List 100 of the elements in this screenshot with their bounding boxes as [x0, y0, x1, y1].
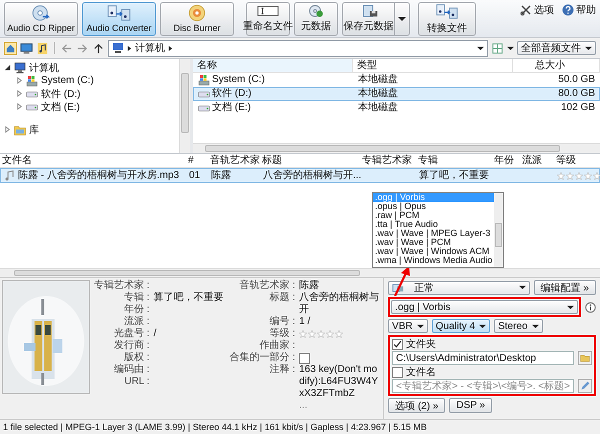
options-button[interactable]: DSP »	[449, 398, 492, 413]
checkbox[interactable]	[392, 338, 404, 350]
tag-label: 年份 :	[123, 304, 150, 316]
column-header[interactable]: 总大小	[513, 59, 600, 72]
save-metadata-button[interactable]: 保存元数据	[343, 2, 395, 34]
scrollbar[interactable]	[193, 143, 600, 153]
chevron-icon[interactable]	[127, 44, 132, 52]
scrollbar[interactable]	[179, 59, 190, 153]
table-cell: 算了吧，不重要	[419, 169, 489, 182]
format-list[interactable]: .ogg | Vorbis .opus | Opus .raw | PCM .tta | True Audio .wav | Wave | MPEG Layer-3 .wav | Wave | PCM .wav | Wave | Windows ACM .wma | Windows Media Audio	[372, 192, 504, 268]
drive-row[interactable]: 软件 (D:) 本地磁盘 80.0 GB	[193, 87, 600, 101]
path-segment[interactable]: 计算机	[135, 41, 165, 55]
filename-pattern-field[interactable]: <专辑艺术家> - <专辑>\<编号>. <标题>	[392, 379, 574, 393]
drive-row[interactable]: System (C:) 本地磁盘 50.0 GB	[193, 73, 600, 87]
profile-dropdown[interactable]: 正常	[388, 280, 530, 294]
caret-icon[interactable]	[477, 46, 484, 50]
caret-icon	[532, 324, 539, 328]
action-button[interactable]: 转换文件	[418, 2, 476, 36]
tag-value[interactable]: 163 key(Don't modify):L64FU3W4YxX3ZFTmbZ	[299, 364, 382, 400]
list-item[interactable]: .tta | True Audio	[373, 220, 494, 229]
quality-dropdown[interactable]: Quality 4	[432, 319, 490, 333]
list-item[interactable]: .raw | PCM	[373, 211, 494, 220]
collapse-icon[interactable]	[4, 64, 11, 71]
track-row[interactable]: 陈露 - 八舍旁的梧桐树与开水房.mp3 01 陈露 八舍旁的梧桐树与开... 算了吧，不重要	[0, 168, 600, 183]
tag-value[interactable]: 八舍旁的梧桐树与开	[299, 292, 382, 316]
options-link[interactable]: 选项	[520, 3, 554, 17]
help-icon	[562, 4, 574, 16]
caret-icon[interactable]	[398, 16, 406, 22]
home-icon[interactable]	[4, 42, 17, 54]
mode-button[interactable]: Audio Converter	[82, 2, 156, 36]
address-bar[interactable]: 计算机	[108, 40, 488, 56]
back-icon[interactable]	[60, 42, 73, 54]
mode-button[interactable]: Disc Burner	[160, 2, 234, 36]
checkbox-label: 文件夹	[406, 338, 436, 351]
list-item[interactable]: .wma | Windows Media Audio	[373, 256, 494, 265]
folder-field[interactable]: C:\Users\Administrator\Desktop	[392, 351, 574, 365]
column-header[interactable]: 文件名	[0, 154, 186, 167]
list-item[interactable]: .opus | Opus	[373, 202, 494, 211]
edit-icon[interactable]	[578, 379, 592, 393]
tag-value[interactable]: 1 /	[299, 316, 382, 328]
mode-button[interactable]: Audio CD Ripper	[4, 2, 78, 36]
caret-icon	[416, 324, 424, 328]
expand-icon[interactable]	[16, 103, 23, 110]
column-header[interactable]: 类型	[353, 59, 513, 72]
scrollbar[interactable]	[494, 193, 504, 267]
tag-value[interactable]: /	[154, 328, 224, 340]
drive-row[interactable]: 文档 (E:) 本地磁盘 102 GB	[193, 101, 600, 115]
column-header[interactable]: 标题	[260, 154, 360, 167]
column-header[interactable]: 流派	[520, 154, 554, 167]
tag-label: 音轨艺术家 :	[238, 280, 296, 292]
tree-item[interactable]: 计算机	[4, 61, 179, 74]
list-item[interactable]: .wav | Wave | PCM	[373, 238, 494, 247]
windows-drive-icon	[26, 74, 38, 86]
format-dropdown[interactable]: .ogg | Vorbis	[391, 300, 578, 314]
channels-dropdown[interactable]: Stereo	[494, 319, 543, 333]
expand-icon[interactable]	[4, 126, 11, 133]
info-icon[interactable]	[585, 302, 596, 312]
tree-item[interactable]: 软件 (D:)	[4, 87, 179, 100]
column-header[interactable]: 专辑	[416, 154, 492, 167]
caret-icon[interactable]	[507, 46, 514, 50]
tag-label: 编号 :	[268, 316, 296, 328]
column-header[interactable]: 音轨艺术家	[208, 154, 260, 167]
drive-type: 本地磁盘	[357, 88, 399, 100]
table-cell: 八舍旁的梧桐树与开...	[263, 169, 362, 182]
list-item[interactable]: .wav | Wave | Windows ACM	[373, 247, 494, 256]
column-header[interactable]: 专辑艺术家	[360, 154, 416, 167]
expand-icon[interactable]	[16, 90, 23, 97]
column-header[interactable]: 等级	[554, 154, 600, 167]
profile-icon	[392, 282, 404, 294]
column-header[interactable]: 名称	[193, 59, 353, 72]
expand-icon[interactable]	[16, 77, 23, 84]
music-icon[interactable]	[36, 42, 49, 54]
star-rating[interactable]	[299, 330, 344, 338]
computer-icon[interactable]	[20, 42, 33, 54]
status-bar: 1 file selected | MPEG-1 Layer 3 (LAME 3.99) | Stereo 44.1 kHz | 161 kbit/s | Gapless | 4:23.967 | 5.15 MB	[0, 419, 600, 434]
tree-item[interactable]: System (C:)	[4, 74, 179, 87]
filter-dropdown[interactable]: 全部音频文件	[517, 41, 596, 55]
scrollbar[interactable]	[0, 268, 600, 278]
column-header[interactable]: 年份	[492, 154, 520, 167]
column-header[interactable]: #	[186, 154, 208, 167]
chevron-icon[interactable]	[168, 44, 173, 52]
tag-label: 专辑艺术家 :	[94, 280, 150, 292]
mode-dropdown[interactable]: VBR	[388, 319, 428, 333]
options-button[interactable]: 选项 (2) »	[388, 398, 446, 413]
tag-value[interactable]: 算了吧，不重要	[154, 292, 224, 304]
help-link[interactable]: 帮助	[562, 3, 596, 17]
drive-size: 102 GB	[560, 102, 596, 114]
split-button[interactable]: 保存元数据	[342, 2, 410, 36]
checkbox[interactable]	[299, 352, 310, 364]
tag-value[interactable]: 陈露	[299, 280, 382, 292]
tree-item[interactable]: 文档 (E:)	[4, 100, 179, 113]
up-icon[interactable]	[92, 42, 105, 54]
star-rating[interactable]	[557, 172, 600, 180]
folder-icon[interactable]	[578, 351, 592, 365]
list-item[interactable]: .wav | Wave | MPEG Layer-3	[373, 229, 494, 238]
drive-type: 本地磁盘	[357, 74, 399, 86]
edit-profile-button[interactable]: 编辑配置 »	[534, 280, 596, 295]
checkbox[interactable]	[392, 366, 404, 378]
tree-item[interactable]: 库	[4, 123, 179, 136]
action-button[interactable]: 元数据	[294, 2, 338, 36]
